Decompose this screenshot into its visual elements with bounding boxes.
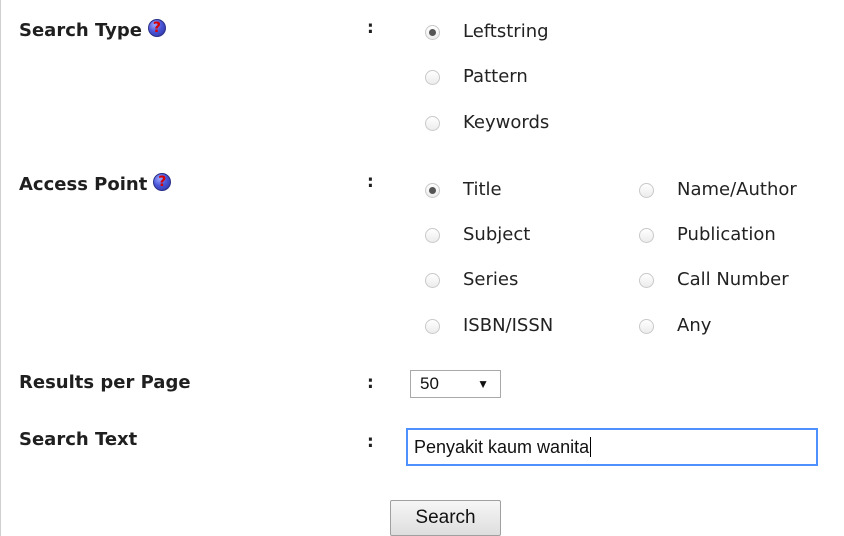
search-type-option-pattern[interactable]: Pattern xyxy=(425,66,528,88)
radio-button[interactable] xyxy=(425,227,440,243)
radio-button[interactable] xyxy=(425,182,440,198)
search-text-input[interactable]: Penyakit kaum wanita xyxy=(406,428,818,466)
search-form: Search Type? : Leftstring Pattern Keywor… xyxy=(0,0,844,536)
radio-button[interactable] xyxy=(639,318,654,334)
access-point-option-series[interactable]: Series xyxy=(425,269,518,291)
dropdown-arrow-icon: ▼ xyxy=(477,377,489,391)
access-point-option-isbn-issn[interactable]: ISBN/ISSN xyxy=(425,315,553,337)
question-mark-icon[interactable]: ? xyxy=(153,173,172,191)
access-point-option-publication[interactable]: Publication xyxy=(639,224,776,246)
search-type-colon: : xyxy=(367,18,374,38)
option-label: Name/Author xyxy=(677,179,797,200)
radio-button[interactable] xyxy=(425,24,440,40)
access-point-label-text: Access Point xyxy=(19,174,148,195)
results-per-page-colon: : xyxy=(367,373,374,393)
search-text-colon: : xyxy=(367,432,374,452)
search-text-label: Search Text xyxy=(19,429,138,450)
radio-button[interactable] xyxy=(425,69,440,85)
question-mark-icon[interactable]: ? xyxy=(147,19,166,37)
option-label: Any xyxy=(677,315,712,336)
access-point-option-call-number[interactable]: Call Number xyxy=(639,269,789,291)
results-per-page-value: 50 xyxy=(420,374,439,393)
option-label: Title xyxy=(463,179,502,200)
option-label: Pattern xyxy=(463,66,528,87)
access-point-option-any[interactable]: Any xyxy=(639,315,711,337)
search-type-label-text: Search Type xyxy=(19,20,142,41)
radio-button[interactable] xyxy=(425,115,440,131)
radio-button[interactable] xyxy=(425,272,440,288)
search-type-option-keywords[interactable]: Keywords xyxy=(425,112,549,134)
access-point-option-name-author[interactable]: Name/Author xyxy=(639,179,797,201)
radio-button[interactable] xyxy=(639,227,654,243)
results-per-page-label: Results per Page xyxy=(19,372,191,393)
option-label: Keywords xyxy=(463,112,550,133)
search-button[interactable]: Search xyxy=(390,500,501,536)
search-type-option-leftstring[interactable]: Leftstring xyxy=(425,21,549,43)
option-label: Publication xyxy=(677,224,776,245)
access-point-option-subject[interactable]: Subject xyxy=(425,224,530,246)
results-per-page-select[interactable]: 50 ▼ xyxy=(410,370,501,398)
access-point-colon: : xyxy=(367,172,374,192)
option-label: Call Number xyxy=(677,269,789,290)
search-type-label: Search Type? xyxy=(19,19,166,42)
access-point-option-title[interactable]: Title xyxy=(425,179,502,201)
option-label: ISBN/ISSN xyxy=(463,315,554,336)
access-point-label: Access Point? xyxy=(19,173,172,196)
option-label: Series xyxy=(463,269,519,290)
option-label: Leftstring xyxy=(463,21,549,42)
radio-button[interactable] xyxy=(639,272,654,288)
option-label: Subject xyxy=(463,224,531,245)
radio-button[interactable] xyxy=(425,318,440,334)
text-caret xyxy=(590,437,592,457)
search-text-value: Penyakit kaum wanita xyxy=(414,437,590,457)
radio-button[interactable] xyxy=(639,182,654,198)
